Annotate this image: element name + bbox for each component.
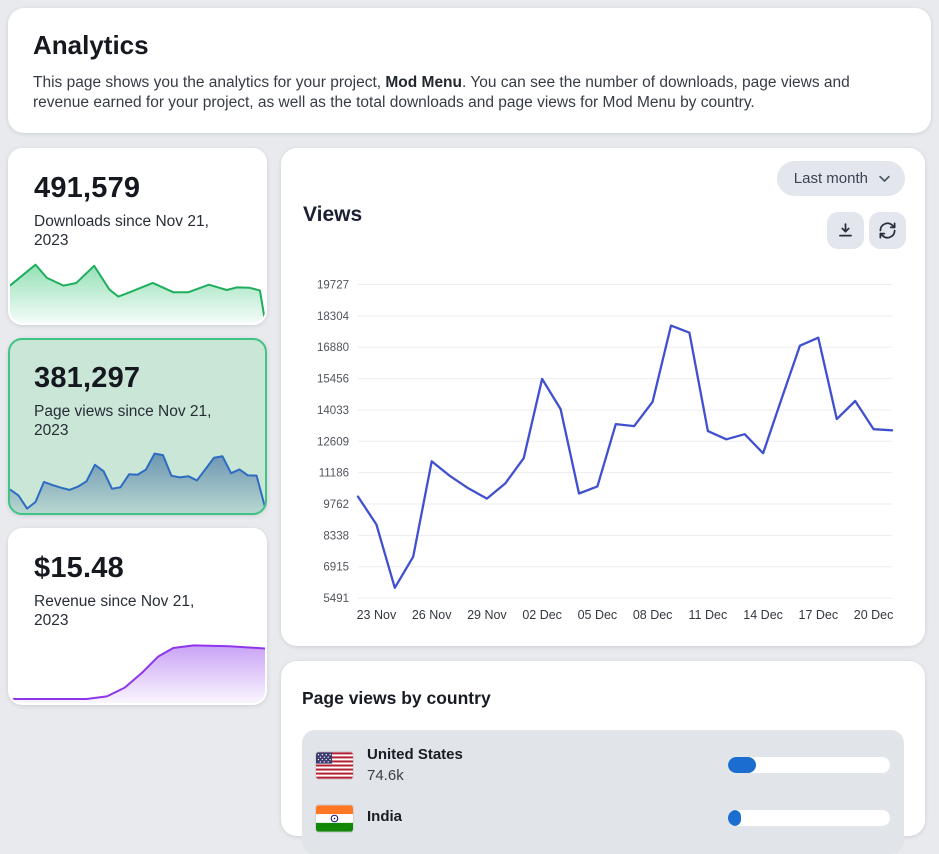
downloads-sparkline: [10, 257, 265, 323]
downloads-count: 491,579: [34, 172, 241, 205]
country-list: United States 74.6k: [302, 730, 904, 854]
project-name: Mod Menu: [385, 74, 462, 91]
page-description: This page shows you the analytics for yo…: [33, 73, 906, 113]
svg-text:6915: 6915: [323, 561, 349, 573]
date-range-selector[interactable]: Last month: [777, 161, 905, 196]
svg-text:5491: 5491: [323, 593, 349, 605]
stat-card-downloads[interactable]: 491,579 Downloads since Nov 21, 2023: [8, 148, 267, 325]
svg-text:29 Nov: 29 Nov: [467, 608, 507, 622]
svg-text:15456: 15456: [317, 373, 349, 385]
country-bar-fill: [728, 757, 756, 773]
main-column: Last month Views 19727 18304 16880 15456 140…: [281, 148, 925, 836]
page-header: Analytics This page shows you the analyt…: [8, 8, 931, 133]
svg-text:23 Nov: 23 Nov: [357, 608, 397, 622]
stat-card-revenue[interactable]: $15.48 Revenue since Nov 21, 2023: [8, 528, 267, 705]
revenue-label: Revenue since Nov 21, 2023: [34, 592, 224, 631]
download-icon: [836, 221, 855, 240]
page-views-by-country-panel: Page views by country: [281, 661, 925, 836]
page-views-sparkline: [10, 447, 265, 513]
country-panel-title: Page views by country: [302, 688, 904, 709]
svg-text:11 Dec: 11 Dec: [689, 608, 728, 622]
country-info: India: [367, 808, 402, 829]
svg-text:16880: 16880: [317, 342, 349, 354]
svg-text:14033: 14033: [317, 405, 349, 417]
svg-text:9762: 9762: [323, 499, 349, 511]
svg-text:18304: 18304: [317, 311, 350, 323]
country-row-united-states: United States 74.6k: [316, 739, 890, 792]
refresh-icon: [878, 221, 897, 240]
country-bar-track: [728, 810, 890, 826]
chart-actions: [827, 212, 906, 249]
page-views-count: 381,297: [34, 362, 241, 395]
svg-text:11186: 11186: [319, 467, 349, 479]
country-bar-track: [728, 757, 890, 773]
svg-text:20 Dec: 20 Dec: [854, 608, 894, 622]
analytics-page: Analytics This page shows you the analyt…: [0, 0, 939, 844]
country-row-india: India: [316, 792, 890, 845]
svg-text:19727: 19727: [317, 279, 349, 291]
svg-text:05 Dec: 05 Dec: [578, 608, 618, 622]
stat-card-page-views[interactable]: 381,297 Page views since Nov 21, 2023: [8, 338, 267, 515]
description-text: This page shows you the analytics for yo…: [33, 74, 385, 91]
stat-cards-column: 491,579 Downloads since Nov 21, 2023 381…: [8, 148, 267, 705]
svg-text:12609: 12609: [317, 436, 349, 448]
revenue-sparkline: [10, 637, 265, 703]
page-views-label: Page views since Nov 21, 2023: [34, 402, 224, 441]
svg-text:17 Dec: 17 Dec: [799, 608, 839, 622]
svg-text:02 Dec: 02 Dec: [522, 608, 562, 622]
chevron-down-icon: [877, 171, 892, 186]
date-range-label: Last month: [794, 170, 868, 187]
views-line-chart: 19727 18304 16880 15456 14033 12609 11186 9762 8…: [281, 266, 925, 644]
svg-text:8338: 8338: [323, 530, 349, 542]
india-flag-icon: [316, 805, 353, 832]
us-flag-icon: [316, 752, 353, 779]
content-area: 491,579 Downloads since Nov 21, 2023 381…: [8, 148, 931, 836]
views-chart-panel: Last month Views 19727 18304 16880 15456 140…: [281, 148, 925, 646]
country-page-views: 74.6k: [367, 767, 463, 784]
country-name: United States: [367, 746, 463, 763]
refresh-chart-button[interactable]: [869, 212, 906, 249]
country-name: India: [367, 808, 402, 825]
revenue-amount: $15.48: [34, 552, 241, 585]
svg-text:14 Dec: 14 Dec: [743, 608, 783, 622]
svg-text:26 Nov: 26 Nov: [412, 608, 452, 622]
chart-title: Views: [303, 203, 362, 227]
page-title: Analytics: [33, 30, 906, 61]
svg-text:08 Dec: 08 Dec: [633, 608, 673, 622]
downloads-label: Downloads since Nov 21, 2023: [34, 212, 224, 251]
country-info: United States 74.6k: [367, 746, 463, 784]
country-bar-fill: [728, 810, 741, 826]
download-chart-button[interactable]: [827, 212, 864, 249]
